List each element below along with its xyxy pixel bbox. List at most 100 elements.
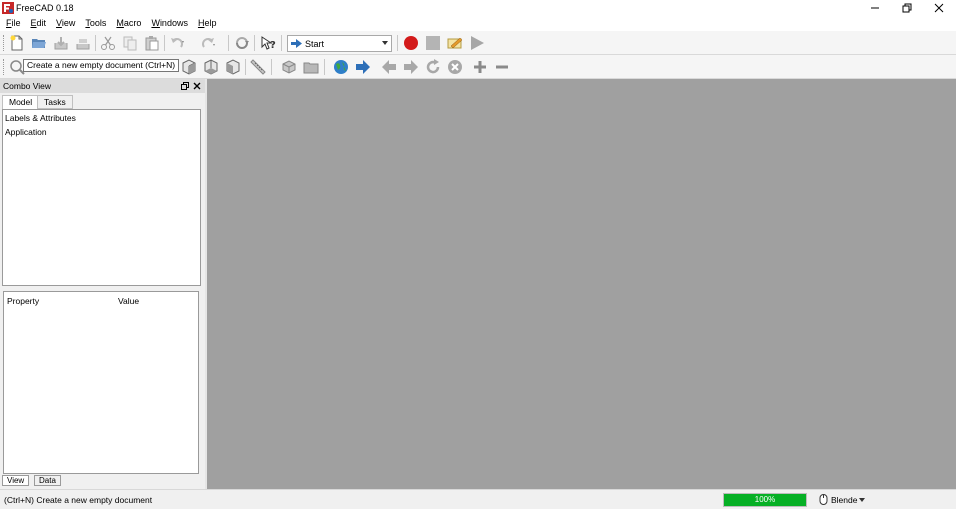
- create-group-button[interactable]: [302, 58, 320, 76]
- view-cube-bottom-icon: [204, 59, 218, 75]
- menu-bar: File Edit View Tools Macro Windows Help: [0, 16, 956, 31]
- copy-button[interactable]: [121, 34, 139, 52]
- close-panel-button[interactable]: [191, 80, 202, 91]
- property-column-header[interactable]: Property: [7, 296, 39, 306]
- view-right-button[interactable]: [180, 58, 198, 76]
- toolbar-separator: [228, 35, 229, 51]
- view-cube-right-icon: [182, 59, 196, 75]
- svg-text:?: ?: [270, 40, 276, 51]
- save-as-icon: [76, 39, 90, 50]
- status-message: (Ctrl+N) Create a new empty document: [4, 495, 153, 505]
- macro-editor-button[interactable]: [446, 34, 464, 52]
- tree-item-labels-attributes[interactable]: Labels & Attributes: [5, 113, 76, 124]
- combo-view-header: Combo View: [0, 79, 205, 93]
- toolbar-separator: [95, 35, 96, 51]
- redo-icon: [202, 38, 215, 48]
- toolbar-separator: [397, 35, 398, 51]
- tab-tasks[interactable]: Tasks: [37, 95, 73, 109]
- stop-icon: [426, 36, 440, 50]
- toolbar-grip[interactable]: [3, 35, 6, 51]
- chevron-down-icon: [859, 497, 866, 502]
- menu-help[interactable]: Help: [195, 17, 220, 30]
- whats-this-button[interactable]: ?: [259, 34, 277, 52]
- web-back-button[interactable]: [380, 58, 398, 76]
- web-forward-button[interactable]: [402, 58, 420, 76]
- menu-windows[interactable]: Windows: [148, 17, 191, 30]
- value-column-header[interactable]: Value: [118, 296, 139, 306]
- redo-button[interactable]: [199, 34, 217, 52]
- view-bottom-button[interactable]: [202, 58, 220, 76]
- globe-icon: [334, 60, 348, 74]
- tab-model[interactable]: Model: [2, 95, 40, 110]
- stop-circle-icon: [448, 60, 462, 74]
- menu-macro[interactable]: Macro: [113, 17, 144, 30]
- paste-icon: [145, 36, 159, 51]
- undock-button[interactable]: [179, 80, 190, 91]
- close-icon: [934, 3, 944, 13]
- restore-button[interactable]: [892, 0, 922, 16]
- navigation-style-selector[interactable]: Blende: [819, 494, 866, 505]
- web-open-button[interactable]: [354, 58, 372, 76]
- title-bar: FreeCAD 0.18: [0, 0, 956, 16]
- new-document-icon: [10, 35, 23, 51]
- ruler-icon: [250, 59, 266, 75]
- web-stop-button[interactable]: [446, 58, 464, 76]
- toolbar-separator: [245, 59, 246, 75]
- status-bar: (Ctrl+N) Create a new empty document 100…: [0, 489, 956, 509]
- tab-view[interactable]: View: [2, 475, 30, 486]
- macro-stop-button[interactable]: [424, 34, 442, 52]
- macro-execute-button[interactable]: [468, 34, 486, 52]
- restore-icon: [902, 3, 912, 13]
- navigation-style-label: Blende: [831, 494, 858, 505]
- web-zoom-out-button[interactable]: [493, 58, 511, 76]
- toolbar-separator: [271, 59, 272, 75]
- toolbar-separator: [281, 35, 282, 51]
- undock-icon: [180, 81, 189, 90]
- window-title: FreeCAD 0.18: [16, 3, 74, 13]
- cut-button[interactable]: [99, 34, 117, 52]
- mdi-area[interactable]: [207, 79, 956, 489]
- measure-distance-button[interactable]: [249, 58, 267, 76]
- part-icon: [282, 60, 296, 74]
- combo-view-title: Combo View: [3, 81, 52, 91]
- play-icon: [471, 36, 484, 50]
- workbench-selected-label: Start: [305, 38, 325, 49]
- save-as-button[interactable]: [74, 34, 92, 52]
- save-button[interactable]: [52, 34, 70, 52]
- menu-view[interactable]: View: [53, 17, 78, 30]
- whats-this-icon: ?: [261, 36, 276, 51]
- menu-file[interactable]: File: [3, 17, 24, 30]
- workbench-selector[interactable]: Start: [287, 35, 392, 52]
- save-icon: [54, 37, 68, 50]
- open-document-button[interactable]: [30, 34, 48, 52]
- combo-view-panel: Combo View Model Tasks Labels & Attribut…: [0, 79, 205, 489]
- minimize-button[interactable]: [860, 0, 890, 16]
- view-cube-left-icon: [226, 59, 240, 75]
- new-document-button[interactable]: [8, 34, 26, 52]
- view-left-button[interactable]: [224, 58, 242, 76]
- property-editor[interactable]: Property Value: [3, 291, 199, 474]
- undo-button[interactable]: [168, 34, 186, 52]
- arrow-right-icon: [404, 60, 418, 74]
- toolbar-separator: [324, 59, 325, 75]
- record-icon: [404, 36, 418, 50]
- tree-item-application[interactable]: Application: [5, 127, 47, 138]
- model-tree[interactable]: Labels & Attributes Application: [2, 109, 201, 286]
- tab-data[interactable]: Data: [34, 475, 61, 486]
- paste-button[interactable]: [143, 34, 161, 52]
- group-folder-icon: [303, 62, 319, 74]
- toolbar-grip[interactable]: [3, 59, 6, 75]
- web-home-button[interactable]: [332, 58, 350, 76]
- menu-tools[interactable]: Tools: [82, 17, 109, 30]
- close-window-button[interactable]: [924, 0, 954, 16]
- arrow-right-icon: [356, 60, 370, 74]
- refresh-button[interactable]: [233, 34, 251, 52]
- web-zoom-in-button[interactable]: [471, 58, 489, 76]
- menu-edit[interactable]: Edit: [28, 17, 50, 30]
- start-arrow-icon: [291, 39, 302, 48]
- chevron-down-icon: [382, 41, 388, 45]
- web-refresh-button[interactable]: [424, 58, 442, 76]
- create-part-button[interactable]: [280, 58, 298, 76]
- main-toolbar: ? Start: [0, 31, 956, 55]
- macro-record-button[interactable]: [402, 34, 420, 52]
